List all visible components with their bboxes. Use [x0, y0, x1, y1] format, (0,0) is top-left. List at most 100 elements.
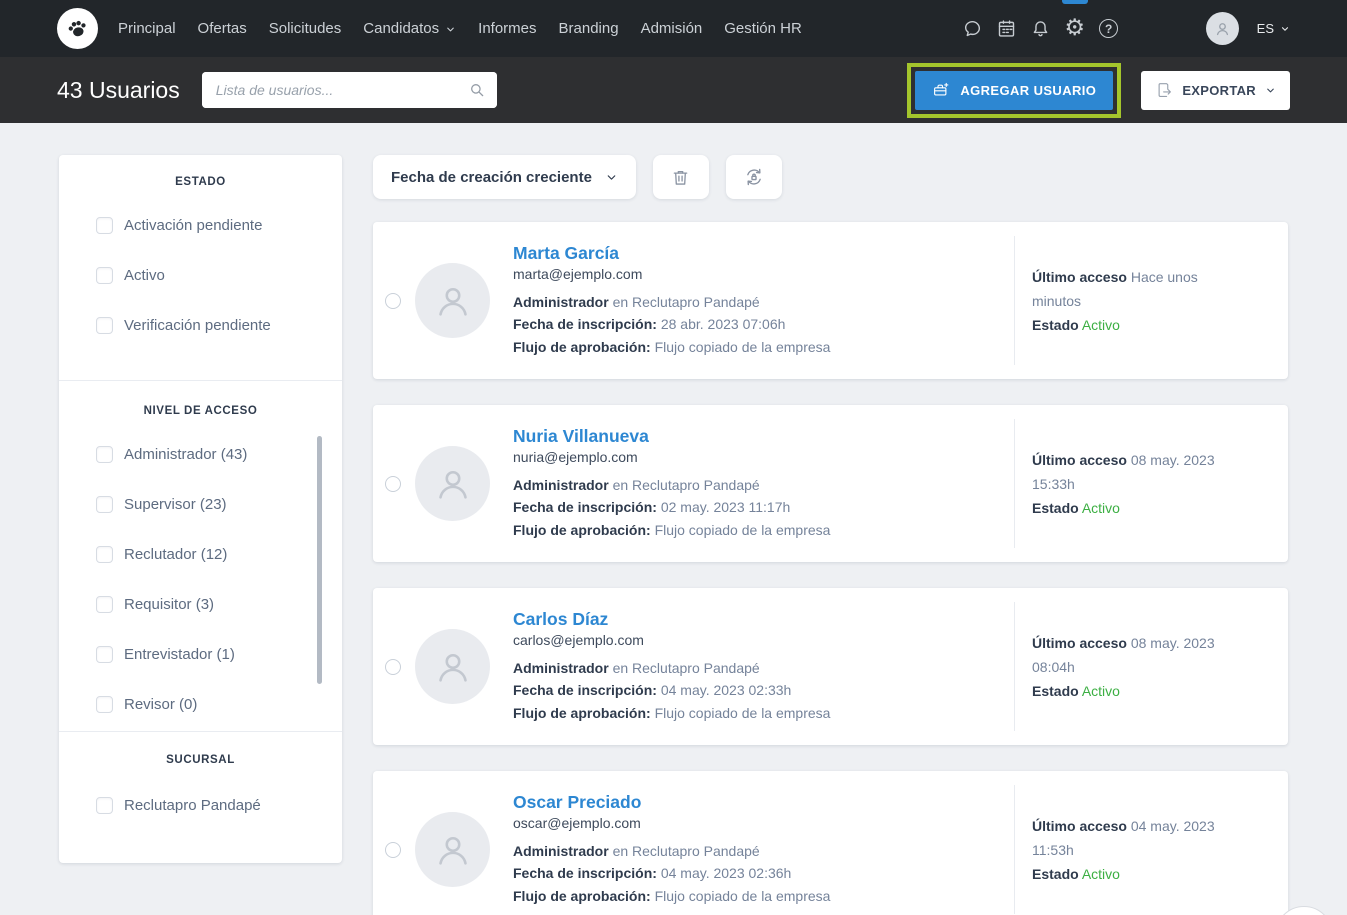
checkbox[interactable] [96, 496, 113, 513]
sort-dropdown[interactable]: Fecha de creación creciente [373, 155, 636, 199]
checkbox[interactable] [96, 217, 113, 234]
brand-logo[interactable] [57, 8, 98, 49]
status-line: Estado Activo [1032, 496, 1250, 520]
chevron-down-icon [1265, 85, 1276, 96]
user-email: carlos@ejemplo.com [513, 632, 830, 648]
paw-icon [64, 15, 91, 42]
filters-sidebar: ESTADO Activación pendiente Activo [59, 155, 342, 863]
filter-section-title: SUCURSAL [59, 754, 342, 766]
user-name-link[interactable]: Oscar Preciado [513, 792, 641, 813]
checkbox[interactable] [96, 646, 113, 663]
help-button[interactable]: ? [1092, 0, 1126, 57]
user-inscription-line: Fecha de inscripción: 28 abr. 2023 07:06… [513, 313, 830, 336]
status-badge: Activo [1082, 317, 1120, 333]
search-icon [468, 81, 486, 99]
status-line: Estado Activo [1032, 679, 1250, 703]
filter-option[interactable]: Entrevistador (1) [59, 629, 342, 679]
user-menu-avatar[interactable] [1206, 12, 1239, 45]
user-name-link[interactable]: Carlos Díaz [513, 609, 608, 630]
user-details: Administrador en Reclutapro Pandapé Fech… [513, 840, 830, 908]
checkbox[interactable] [96, 446, 113, 463]
checkbox[interactable] [96, 546, 113, 563]
checkbox[interactable] [96, 267, 113, 284]
delete-users-button[interactable] [653, 155, 709, 199]
select-user-radio[interactable] [385, 659, 401, 675]
user-approval-flow-line: Flujo de aprobación: Flujo copiado de la… [513, 519, 830, 542]
nav-item[interactable]: Branding [548, 0, 630, 57]
nav-item-label: Principal [118, 20, 176, 37]
sort-dropdown-value: Fecha de creación creciente [391, 169, 592, 186]
nav-item-label: Gestión HR [724, 20, 802, 37]
user-approval-flow-line: Flujo de aprobación: Flujo copiado de la… [513, 885, 830, 908]
user-card-meta: Último acceso 04 may. 2023 11:53h Estado… [1014, 785, 1288, 914]
user-details: Administrador en Reclutapro Pandapé Fech… [513, 474, 830, 542]
user-card-main: Nuria Villanueva nuria@ejemplo.com Admin… [373, 405, 1014, 562]
filter-option[interactable]: Verificación pendiente [59, 300, 342, 350]
select-user-radio[interactable] [385, 293, 401, 309]
filter-option[interactable]: Revisor (0) [59, 679, 342, 713]
sidebar-scrollbar-thumb[interactable] [317, 436, 322, 684]
export-button[interactable]: EXPORTAR [1141, 71, 1290, 110]
filter-option-label: Activo [124, 267, 165, 284]
page-title: 43 Usuarios [57, 77, 180, 104]
trash-icon [670, 167, 691, 188]
last-access-line: Último acceso Hace unos minutos [1032, 265, 1250, 313]
chevron-down-icon [605, 171, 618, 184]
filter-option[interactable]: Activo [59, 250, 342, 300]
settings-button[interactable]: ⚙ [1058, 0, 1092, 57]
export-document-icon [1155, 81, 1173, 99]
user-name-link[interactable]: Nuria Villanueva [513, 426, 649, 447]
calendar-icon [996, 18, 1017, 39]
add-user-label: AGREGAR USUARIO [960, 83, 1096, 98]
nav-item-label: Branding [559, 20, 619, 37]
add-user-icon [932, 81, 950, 99]
language-label: ES [1257, 21, 1274, 36]
checkbox[interactable] [96, 797, 113, 814]
user-card: Oscar Preciado oscar@ejemplo.com Adminis… [373, 771, 1288, 915]
nav-item-label: Informes [478, 20, 536, 37]
help-icon: ? [1099, 19, 1118, 38]
search-input[interactable] [202, 72, 497, 108]
checkbox[interactable] [96, 696, 113, 713]
user-avatar [415, 812, 490, 887]
chat-icon [962, 18, 983, 39]
user-email: oscar@ejemplo.com [513, 815, 830, 831]
gear-icon: ⚙ [1064, 17, 1085, 40]
checkbox[interactable] [96, 596, 113, 613]
nav-item[interactable]: Principal [107, 0, 187, 57]
add-user-button[interactable]: AGREGAR USUARIO [915, 71, 1113, 110]
user-inscription-line: Fecha de inscripción: 02 may. 2023 11:17… [513, 496, 830, 519]
export-label: EXPORTAR [1182, 83, 1256, 98]
nav-item[interactable]: Admisión [630, 0, 714, 57]
nav-item[interactable]: Ofertas [187, 0, 258, 57]
user-role-line: Administrador en Reclutapro Pandapé [513, 291, 830, 314]
filter-option[interactable]: Reclutapro Pandapé [59, 780, 342, 830]
nav-item[interactable]: Informes [467, 0, 547, 57]
user-list-area: Fecha de creación creciente [373, 155, 1288, 915]
filter-option[interactable]: Administrador (43) [59, 429, 342, 479]
user-inscription-line: Fecha de inscripción: 04 may. 2023 02:33… [513, 679, 830, 702]
chevron-down-icon [1280, 24, 1290, 34]
chat-button[interactable] [956, 0, 990, 57]
select-user-radio[interactable] [385, 842, 401, 858]
calendar-button[interactable] [990, 0, 1024, 57]
filter-option[interactable]: Requisitor (3) [59, 579, 342, 629]
user-approval-flow-line: Flujo de aprobación: Flujo copiado de la… [513, 336, 830, 359]
user-email: marta@ejemplo.com [513, 266, 830, 282]
language-selector[interactable]: ES [1257, 21, 1290, 36]
user-card: Marta García marta@ejemplo.com Administr… [373, 222, 1288, 379]
filter-option[interactable]: Reclutador (12) [59, 529, 342, 579]
user-name-link[interactable]: Marta García [513, 243, 619, 264]
nav-item[interactable]: Candidatos [352, 0, 467, 57]
filter-option[interactable]: Supervisor (23) [59, 479, 342, 529]
person-icon [1213, 19, 1232, 38]
filter-option[interactable]: Activación pendiente [59, 200, 342, 250]
checkbox[interactable] [96, 317, 113, 334]
notifications-button[interactable] [1024, 0, 1058, 57]
nav-item[interactable]: Solicitudes [258, 0, 353, 57]
reset-password-button[interactable] [726, 155, 782, 199]
status-badge: Activo [1082, 683, 1120, 699]
nav-item[interactable]: Gestión HR [713, 0, 813, 57]
select-user-radio[interactable] [385, 476, 401, 492]
user-inscription-line: Fecha de inscripción: 04 may. 2023 02:36… [513, 862, 830, 885]
